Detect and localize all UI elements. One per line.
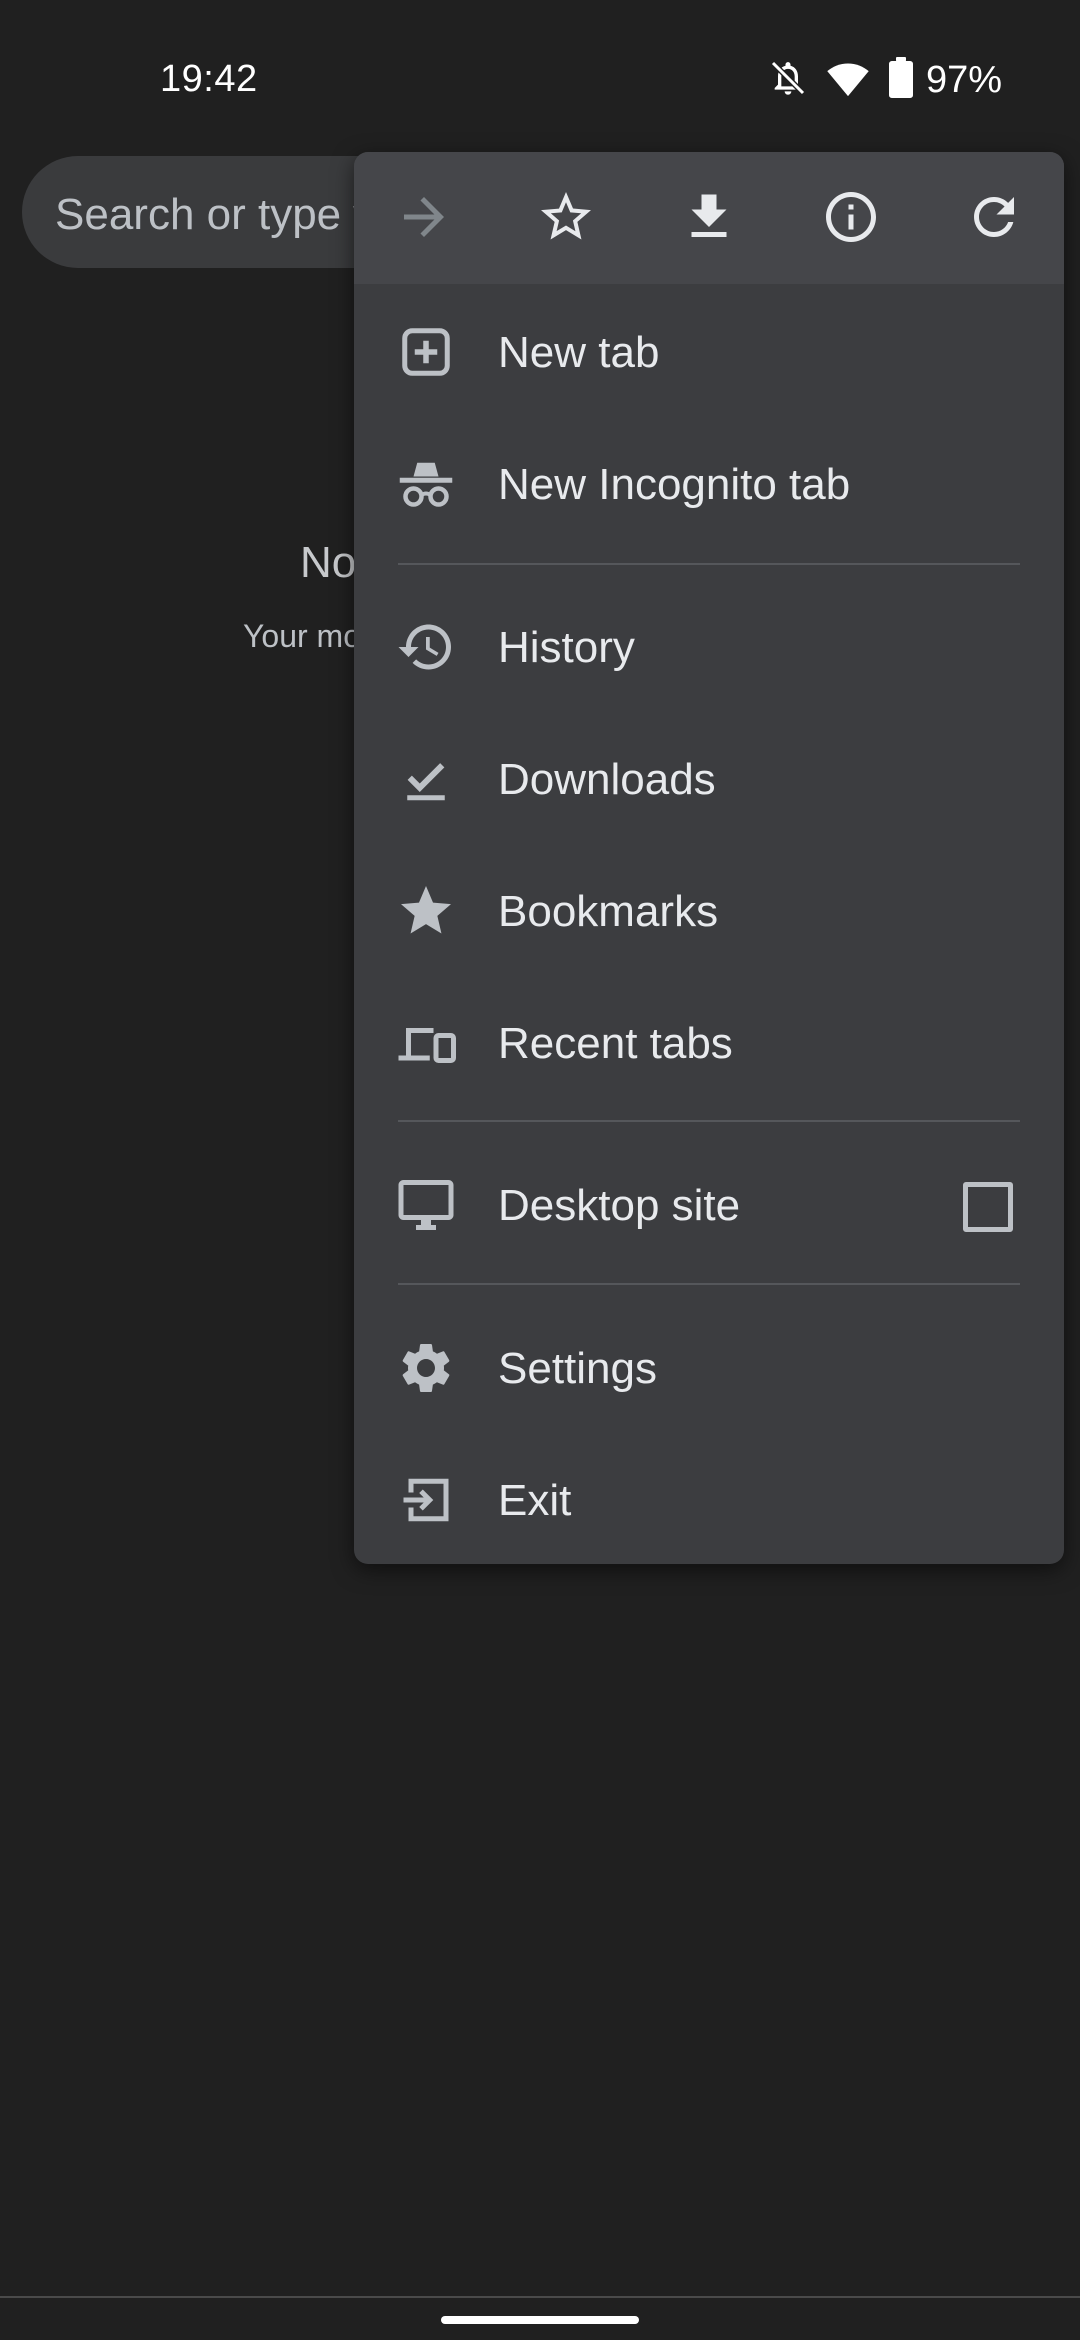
info-icon: [821, 187, 881, 252]
incognito-icon: [396, 454, 456, 514]
menu-item-label: New tab: [498, 328, 660, 377]
desktop-site-checkbox[interactable]: [963, 1182, 1013, 1232]
menu-item-label: Recent tabs: [498, 1019, 733, 1068]
exit-icon: [396, 1470, 456, 1530]
menu-item-bookmarks[interactable]: Bookmarks: [354, 845, 1064, 977]
menu-item-label: Downloads: [498, 755, 716, 804]
overflow-menu: New tab New Incognito tab History Downlo…: [354, 152, 1064, 1564]
menu-item-new-incognito-tab[interactable]: New Incognito tab: [354, 418, 1064, 550]
menu-divider: [398, 563, 1020, 565]
bookmark-star-icon: [536, 187, 596, 252]
wifi-icon: [826, 58, 870, 103]
forward-arrow-icon: [394, 187, 454, 252]
omnibox-placeholder: Search or type w: [55, 190, 386, 239]
menu-item-label: New Incognito tab: [498, 460, 851, 509]
download-icon: [679, 187, 739, 252]
new-tab-page-title: No: [300, 538, 357, 587]
menu-item-recent-tabs[interactable]: Recent tabs: [354, 977, 1064, 1109]
menu-item-desktop-site[interactable]: Desktop site: [354, 1139, 1064, 1271]
reload-button[interactable]: [959, 184, 1029, 254]
downloads-icon: [396, 749, 456, 809]
new-tab-page-subtitle: Your mo: [243, 618, 361, 654]
reload-icon: [964, 187, 1024, 252]
menu-item-label: History: [498, 623, 635, 672]
menu-toolbar: [354, 152, 1064, 284]
history-icon: [396, 617, 456, 677]
menu-item-settings[interactable]: Settings: [354, 1302, 1064, 1434]
status-time: 19:42: [160, 58, 258, 100]
bookmark-button[interactable]: [531, 184, 601, 254]
menu-divider: [398, 1120, 1020, 1122]
devices-icon: [396, 1013, 456, 1073]
gear-icon: [396, 1338, 456, 1398]
status-icons: 97%: [768, 56, 1002, 104]
menu-item-exit[interactable]: Exit: [354, 1434, 1064, 1564]
menu-item-label: Settings: [498, 1344, 657, 1393]
battery-icon: [888, 56, 914, 104]
monitor-icon: [396, 1175, 456, 1235]
menu-divider: [398, 1283, 1020, 1285]
menu-item-history[interactable]: History: [354, 581, 1064, 713]
star-filled-icon: [396, 881, 456, 941]
new-tab-icon: [396, 322, 456, 382]
menu-item-new-tab[interactable]: New tab: [354, 286, 1064, 418]
menu-item-label: Bookmarks: [498, 887, 719, 936]
nav-bar-divider: [0, 2296, 1080, 2298]
page-info-button[interactable]: [816, 184, 886, 254]
home-indicator[interactable]: [441, 2316, 639, 2324]
battery-percentage: 97%: [925, 58, 1002, 101]
download-page-button[interactable]: [674, 184, 744, 254]
menu-item-label: Desktop site: [498, 1181, 741, 1230]
notifications-off-icon: [768, 58, 808, 103]
status-bar: 19:42 97%: [0, 0, 1080, 160]
forward-button[interactable]: [389, 184, 459, 254]
menu-item-label: Exit: [498, 1476, 572, 1525]
menu-item-downloads[interactable]: Downloads: [354, 713, 1064, 845]
